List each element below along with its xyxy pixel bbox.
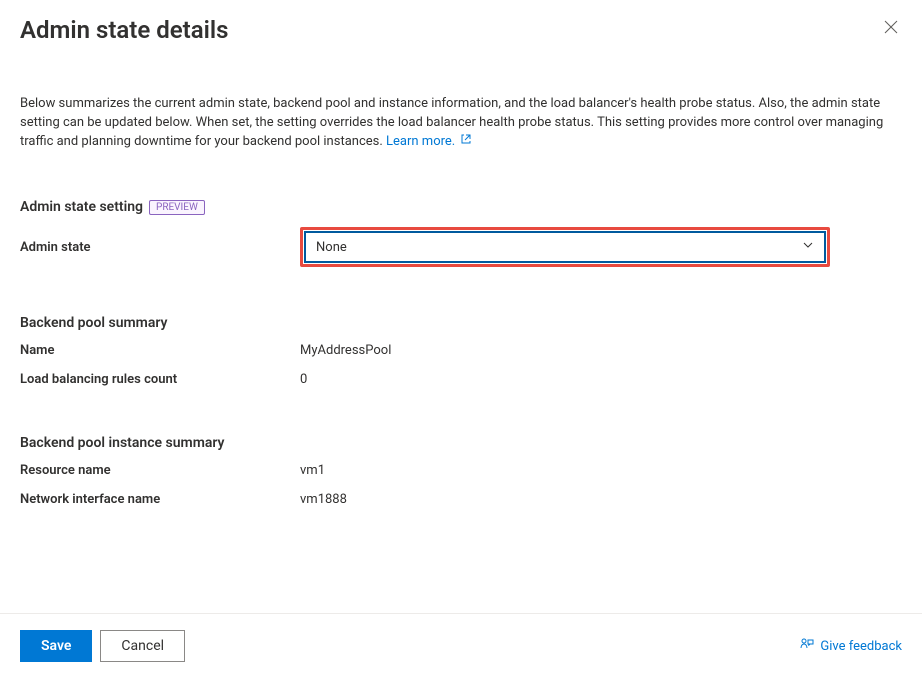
backend-pool-name-value: MyAddressPool <box>300 343 391 358</box>
admin-state-label: Admin state <box>20 240 300 255</box>
external-link-icon <box>460 132 472 151</box>
backend-pool-summary-heading: Backend pool summary <box>20 315 902 331</box>
admin-state-dropdown-highlight: None <box>300 227 830 267</box>
resource-name-row: Resource name vm1 <box>20 463 902 478</box>
give-feedback-label: Give feedback <box>820 639 902 654</box>
panel-header: Admin state details <box>20 16 902 44</box>
close-icon <box>884 20 898 34</box>
footer-buttons: Save Cancel <box>20 630 185 662</box>
description-text: Below summarizes the current admin state… <box>20 94 902 151</box>
rules-count-label: Load balancing rules count <box>20 372 300 387</box>
page-title: Admin state details <box>20 16 228 44</box>
cancel-button[interactable]: Cancel <box>100 630 185 662</box>
nic-name-value: vm1888 <box>300 492 347 507</box>
resource-name-value: vm1 <box>300 463 325 478</box>
backend-instance-summary-heading: Backend pool instance summary <box>20 435 902 451</box>
feedback-icon <box>800 637 814 655</box>
admin-state-setting-heading: Admin state setting PREVIEW <box>20 199 902 215</box>
nic-name-row: Network interface name vm1888 <box>20 492 902 507</box>
backend-pool-name-label: Name <box>20 343 300 358</box>
admin-state-details-panel: Admin state details Below summarizes the… <box>0 0 922 678</box>
learn-more-link[interactable]: Learn more. <box>386 134 472 149</box>
backend-pool-name-row: Name MyAddressPool <box>20 343 902 358</box>
give-feedback-link[interactable]: Give feedback <box>800 637 902 655</box>
admin-state-dropdown[interactable]: None <box>304 231 826 263</box>
admin-state-row: Admin state None <box>20 227 902 267</box>
rules-count-value: 0 <box>300 372 307 387</box>
save-button[interactable]: Save <box>20 630 92 662</box>
admin-state-setting-heading-text: Admin state setting <box>20 199 143 215</box>
close-button[interactable] <box>880 16 902 41</box>
chevron-down-icon <box>802 239 814 255</box>
nic-name-label: Network interface name <box>20 492 300 507</box>
learn-more-label: Learn more. <box>386 134 455 149</box>
panel-footer: Save Cancel Give feedback <box>0 613 922 678</box>
resource-name-label: Resource name <box>20 463 300 478</box>
preview-badge: PREVIEW <box>149 200 205 215</box>
admin-state-dropdown-value: None <box>316 240 347 255</box>
panel-content: Below summarizes the current admin state… <box>20 94 902 613</box>
rules-count-row: Load balancing rules count 0 <box>20 372 902 387</box>
